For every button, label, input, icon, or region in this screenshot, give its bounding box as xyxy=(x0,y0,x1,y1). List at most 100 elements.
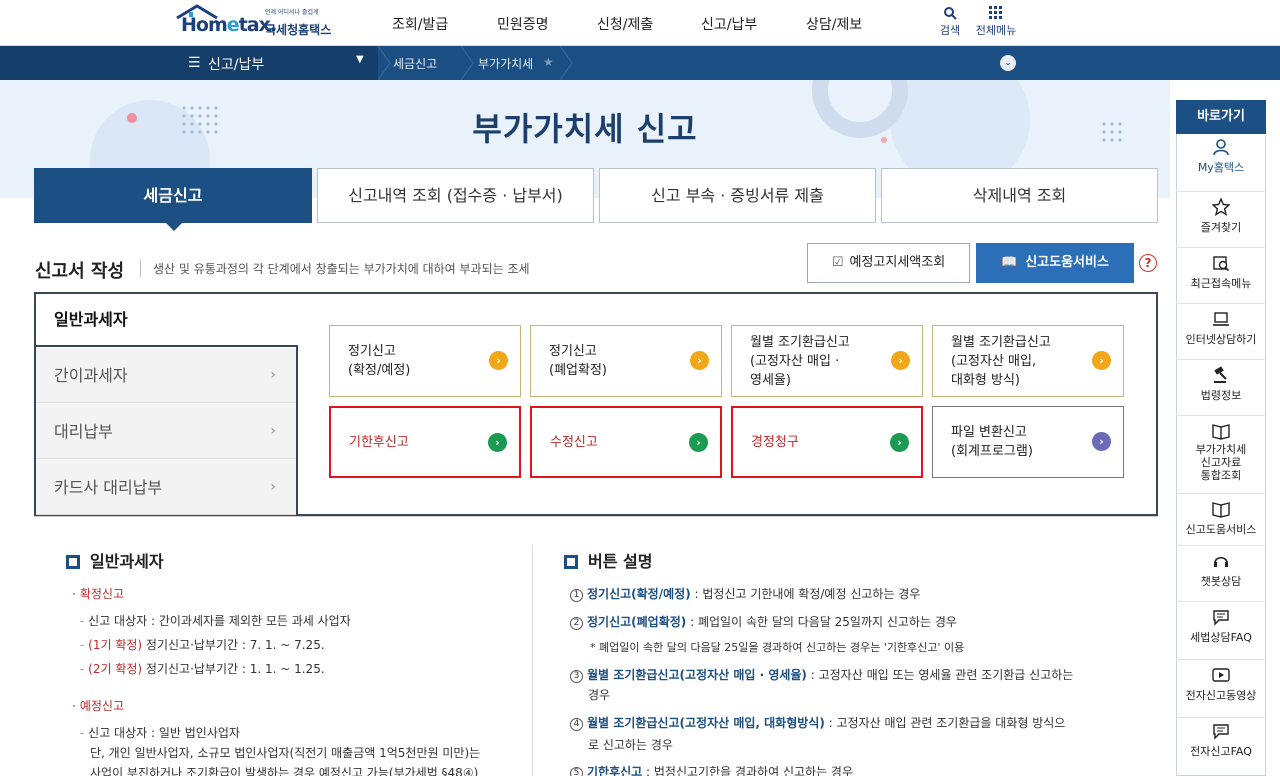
headset-icon xyxy=(1214,556,1228,567)
arrow-right-icon: › xyxy=(1092,351,1111,370)
confirm-line-3: - (2기 확정) 정기신고·납부기간 : 1. 1. ~ 1.25. xyxy=(80,662,325,676)
button-desc-text: : 고정자산 매입 또는 영세율 관련 조기환급 신고하는 xyxy=(806,668,1074,682)
all-menu-button[interactable]: 전체메뉴 xyxy=(966,6,1026,38)
confirm-line-1-text: 신고 대상자 : 간이과세자를 제외한 모든 과세 사업자 xyxy=(88,614,351,628)
quick-e-filing-faq[interactable]: 전자신고FAQ xyxy=(1176,722,1266,776)
book-icon: 📖 xyxy=(1001,255,1018,270)
card-line: 경정청구 xyxy=(751,434,799,450)
chevron-right-icon: › xyxy=(270,367,276,383)
tab-attach-documents[interactable]: 신고 부속 · 증빙서류 제출 xyxy=(599,168,876,223)
card-amended-report[interactable]: 수정신고 › xyxy=(530,406,722,478)
card-refund-claim[interactable]: 경정청구 › xyxy=(731,406,923,478)
caret-down-icon: ▼ xyxy=(356,54,364,65)
book-icon xyxy=(1212,424,1230,440)
card-file-conversion-report[interactable]: 파일 변환신고 (회계프로그램) › xyxy=(932,406,1124,478)
logo-korean: 국세청홈택스 xyxy=(265,23,332,37)
breadcrumb-tax-report[interactable]: 세금신고 xyxy=(393,55,437,72)
card-monthly-early-refund-interactive[interactable]: 월별 조기환급신고 (고정자산 매입, 대화형 방식) › xyxy=(932,325,1124,397)
number-badge: 3 xyxy=(570,670,583,683)
expand-chevron-icon[interactable]: ⌄ xyxy=(1000,55,1016,71)
gnb-apply[interactable]: 신청/제출 xyxy=(597,14,653,34)
panel-divider xyxy=(34,516,1158,517)
confirm-line-1: - 신고 대상자 : 간이과세자를 제외한 모든 과세 사업자 xyxy=(80,614,351,628)
button-desc-heading: 버튼 설명 xyxy=(564,548,652,572)
play-video-icon xyxy=(1212,668,1230,682)
location-current-menu[interactable]: ☰ 신고/납부 ▼ xyxy=(0,46,378,80)
left-tab-card-proxy-payment[interactable]: 카드사 대리납부 › xyxy=(36,460,298,515)
button-desc-item-2: 2 정기신고(폐업확정) : 폐업일이 속한 달의 다음달 25일까지 신고하는 … xyxy=(570,613,957,630)
button-desc-text: : 폐업일이 속한 달의 다음달 25일까지 신고하는 경우 xyxy=(686,615,957,629)
arrow-right-icon: › xyxy=(689,433,708,452)
quick-help-service[interactable]: 신고도움서비스 xyxy=(1176,500,1266,546)
prenotice-tax-inquiry-button[interactable]: ☑ 예정고지세액조회 xyxy=(807,243,970,283)
first-half-period: 정기신고·납부기간 : 7. 1. ~ 7.25. xyxy=(142,638,325,652)
gnb-consult[interactable]: 상담/제보 xyxy=(806,14,862,34)
button-desc-title: 버튼 설명 xyxy=(588,552,653,571)
card-line: 월별 조기환급신고 xyxy=(750,334,850,350)
tab-deleted-history[interactable]: 삭제내역 조회 xyxy=(881,168,1158,223)
tab-tax-report[interactable]: 세금신고 xyxy=(34,168,312,223)
left-tab-general-taxpayer[interactable]: 일반과세자 xyxy=(36,294,298,345)
prelim-line-2: 단, 개인 일반사업자, 소규모 법인사업자(직전기 매출금액 1억5천만원 미… xyxy=(90,746,481,760)
card-line: 월별 조기환급신고 xyxy=(951,334,1051,350)
card-line: 파일 변환신고 xyxy=(951,425,1027,440)
help-question-icon[interactable]: ? xyxy=(1139,254,1157,272)
button-desc-head: 월별 조기환급신고(고정자산 매입 · 영세율) xyxy=(587,668,807,682)
card-text: 월별 조기환급신고 (고정자산 매입, 대화형 방식) xyxy=(951,326,1096,396)
button-desc-text: : 고정자산 매입 관련 조기환급을 대화형 방식으 xyxy=(824,716,1066,730)
gavel-icon xyxy=(1214,366,1227,383)
gnb-report-pay[interactable]: 신고/납부 xyxy=(701,14,757,34)
left-tab-proxy-payment[interactable]: 대리납부 › xyxy=(36,404,298,459)
quick-item-label: 신고자료 xyxy=(1200,456,1242,469)
card-line: 대화형 방식) xyxy=(951,372,1021,388)
quick-e-filing-video[interactable]: 전자신고동영상 xyxy=(1176,666,1266,718)
button-desc-item-4: 4 월별 조기환급신고(고정자산 매입, 대화형방식) : 고정자산 매입 관련 … xyxy=(570,714,1065,731)
button-desc-head: 기한후신고 xyxy=(587,765,643,776)
gnb-certificate[interactable]: 민원증명 xyxy=(497,14,549,34)
prenotice-tax-inquiry-label: 예정고지세액조회 xyxy=(849,255,946,270)
left-tab-label: 카드사 대리납부 xyxy=(54,478,163,497)
left-tab-label: 간이과세자 xyxy=(54,366,128,385)
quick-internet-consult[interactable]: 인터넷상담하기 xyxy=(1176,310,1266,360)
search-label: 검색 xyxy=(939,24,961,37)
section-description: 생산 및 유통과정의 각 단계에서 창출되는 부가가치에 대하여 부과되는 조세 xyxy=(140,260,530,277)
card-regular-report-closure[interactable]: 정기신고 (폐업확정) › xyxy=(530,325,722,397)
quick-my-hometax[interactable]: My홈택스 xyxy=(1176,138,1266,192)
card-text: 월별 조기환급신고 (고정자산 매입 · 영세율) xyxy=(750,326,895,396)
card-monthly-early-refund-zero-rate[interactable]: 월별 조기환급신고 (고정자산 매입 · 영세율) › xyxy=(731,325,923,397)
quick-tax-law-faq[interactable]: 세법상담FAQ xyxy=(1176,608,1266,660)
card-text: 수정신고 xyxy=(550,408,695,476)
quick-item-label: 부가가치세 xyxy=(1195,443,1247,456)
quick-item-label: 전자신고동영상 xyxy=(1185,689,1257,702)
report-help-service-button[interactable]: 📖 신고도움서비스 xyxy=(976,243,1134,283)
checkbox-edit-icon: ☑ xyxy=(831,255,844,270)
breadcrumb-separator xyxy=(560,46,573,80)
column-divider xyxy=(532,545,533,776)
location-bar: ☰ 신고/납부 ▼ 세금신고 부가가치세 ★ ⌄ xyxy=(0,46,1280,80)
quick-item-label: 전자신고FAQ xyxy=(1190,745,1252,758)
quick-favorites[interactable]: 즐겨찾기 xyxy=(1176,198,1266,248)
second-half-label: (2기 확정) xyxy=(88,662,143,676)
search-icon xyxy=(944,7,957,20)
hometax-logo[interactable]: 언제 어디서나 즐겁게 Hometax. 국세청홈택스 xyxy=(175,4,335,42)
number-badge: 1 xyxy=(570,589,583,602)
quick-item-label: My홈택스 xyxy=(1197,161,1245,174)
quick-law-info[interactable]: 법령정보 xyxy=(1176,366,1266,416)
quick-chatbot[interactable]: 챗봇상담 xyxy=(1176,552,1266,602)
page-title: 부가가치세 신고 xyxy=(472,110,698,148)
quick-vat-data-inquiry[interactable]: 부가가치세 신고자료 통합조회 xyxy=(1176,422,1266,494)
card-text: 기한후신고 xyxy=(349,408,494,476)
card-regular-report-confirm[interactable]: 정기신고 (확정/예정) › xyxy=(329,325,521,397)
quick-item-label: 세법상담FAQ xyxy=(1190,631,1252,644)
quick-menu-title: 바로가기 xyxy=(1176,100,1266,134)
tab-report-history[interactable]: 신고내역 조회 (접수증 · 납부서) xyxy=(317,168,594,223)
card-line: 수정신고 xyxy=(550,434,598,450)
gnb-inquiry[interactable]: 조회/발급 xyxy=(392,14,448,34)
card-late-report[interactable]: 기한후신고 › xyxy=(329,406,521,478)
left-tab-simplified-taxpayer[interactable]: 간이과세자 › xyxy=(36,348,298,403)
active-tab-pointer xyxy=(165,222,183,231)
card-line: (폐업확정) xyxy=(549,363,607,378)
breadcrumb-vat[interactable]: 부가가치세 xyxy=(478,55,533,72)
star-icon[interactable]: ★ xyxy=(543,55,554,69)
quick-recent-menu[interactable]: 최근접속메뉴 xyxy=(1176,254,1266,304)
